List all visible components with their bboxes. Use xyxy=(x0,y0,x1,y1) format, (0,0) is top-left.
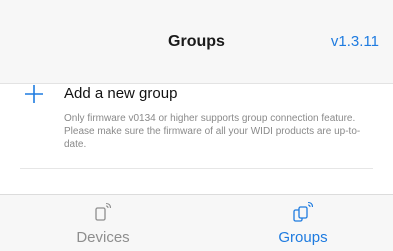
group-icon xyxy=(293,201,313,222)
tab-devices[interactable]: Devices xyxy=(33,195,173,251)
divider xyxy=(20,168,373,169)
plus-icon xyxy=(25,85,43,103)
firmware-note: Only firmware v0134 or higher supports g… xyxy=(64,113,361,150)
tab-groups[interactable]: Groups xyxy=(233,195,373,251)
tab-devices-label: Devices xyxy=(76,229,130,246)
add-group-label: Add a new group xyxy=(64,85,178,102)
groups-content: Add a new group Only firmware v0134 or h… xyxy=(0,84,393,194)
version-label[interactable]: v1.3.11 xyxy=(331,33,379,50)
device-icon xyxy=(95,202,112,221)
tab-groups-label: Groups xyxy=(278,229,328,246)
navigation-bar: Groups v1.3.11 xyxy=(0,0,393,84)
tab-bar: Devices Groups xyxy=(0,194,393,251)
